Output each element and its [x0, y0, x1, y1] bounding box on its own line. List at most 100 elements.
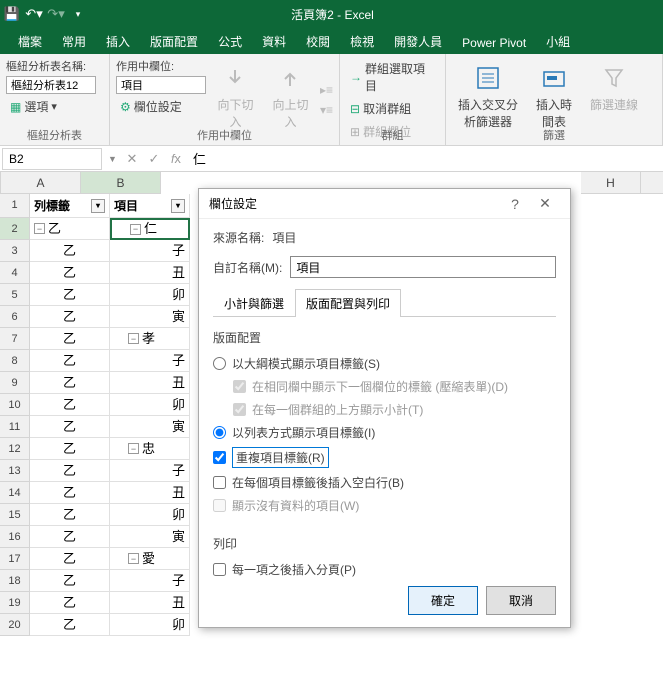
collapse-icon[interactable]: − — [34, 223, 45, 234]
cell[interactable]: 寅 — [110, 306, 190, 328]
cell[interactable]: 乙 — [30, 526, 110, 548]
cell[interactable]: 乙 — [30, 504, 110, 526]
active-field-input[interactable] — [116, 76, 206, 94]
tab-file[interactable]: 檔案 — [8, 29, 52, 54]
row-head[interactable]: 14 — [0, 482, 30, 504]
col-head-i[interactable]: I — [641, 172, 663, 194]
field-settings-button[interactable]: ⚙欄位設定 — [116, 96, 206, 117]
cell[interactable]: 乙 — [30, 394, 110, 416]
ok-button[interactable]: 確定 — [408, 586, 478, 615]
cell[interactable]: 乙 — [30, 614, 110, 636]
cell[interactable]: 子 — [110, 350, 190, 372]
tab-layout[interactable]: 版面配置 — [140, 29, 208, 54]
cell[interactable]: 乙 — [30, 306, 110, 328]
cell[interactable]: 乙 — [30, 416, 110, 438]
cell[interactable]: 丑 — [110, 482, 190, 504]
pivot-name-input[interactable] — [6, 76, 96, 94]
qat-more-icon[interactable]: ▾ — [70, 6, 86, 22]
undo-icon[interactable]: ↶▾ — [26, 6, 42, 22]
opt-blank-row[interactable]: 在每個項目標籤後插入空白行(B) — [213, 471, 556, 494]
cell[interactable]: 卯 — [110, 614, 190, 636]
cell[interactable]: 丑 — [110, 372, 190, 394]
cell[interactable]: 乙 — [30, 438, 110, 460]
tab-developer[interactable]: 開發人員 — [384, 29, 452, 54]
filter-icon[interactable]: ▾ — [171, 199, 185, 213]
collapse-icon[interactable]: − — [130, 224, 141, 235]
save-icon[interactable]: 💾 — [4, 6, 20, 22]
cell-header-b[interactable]: 項目▾ — [110, 194, 190, 218]
pivot-options-button[interactable]: ▦選項 ▾ — [6, 96, 96, 117]
opt-pagebreak[interactable]: 每一項之後插入分頁(P) — [213, 558, 556, 581]
redo-icon[interactable]: ↷▾ — [48, 6, 64, 22]
cell[interactable]: 乙 — [30, 482, 110, 504]
row-head[interactable]: 18 — [0, 570, 30, 592]
cell[interactable]: 乙 — [30, 240, 110, 262]
row-head[interactable]: 9 — [0, 372, 30, 394]
cell[interactable]: 丑 — [110, 592, 190, 614]
cell[interactable]: −忠 — [110, 438, 190, 460]
name-box[interactable]: B2 — [2, 148, 102, 170]
cell[interactable]: −乙 — [30, 218, 110, 240]
fx-icon[interactable]: fx — [165, 151, 187, 166]
row-head[interactable]: 10 — [0, 394, 30, 416]
cell[interactable]: 乙 — [30, 460, 110, 482]
formula-input[interactable]: 仁 — [187, 146, 663, 171]
cell[interactable]: 乙 — [30, 570, 110, 592]
cell[interactable]: 乙 — [30, 328, 110, 350]
row-head[interactable]: 17 — [0, 548, 30, 570]
tab-view[interactable]: 檢視 — [340, 29, 384, 54]
cell[interactable]: 寅 — [110, 526, 190, 548]
cell[interactable]: 卯 — [110, 504, 190, 526]
dialog-tab-subtotals[interactable]: 小計與篩選 — [213, 289, 295, 317]
row-head[interactable]: 12 — [0, 438, 30, 460]
dialog-help-button[interactable]: ? — [500, 196, 530, 212]
opt-tabular-mode[interactable]: 以列表方式顯示項目標籤(I) — [213, 421, 556, 444]
cell[interactable]: −孝 — [110, 328, 190, 350]
cell[interactable]: 乙 — [30, 548, 110, 570]
cell[interactable]: 卯 — [110, 394, 190, 416]
cell[interactable]: 乙 — [30, 350, 110, 372]
row-head[interactable]: 15 — [0, 504, 30, 526]
row-head[interactable]: 3 — [0, 240, 30, 262]
col-head-a[interactable]: A — [1, 172, 81, 194]
dialog-close-button[interactable]: ✕ — [530, 195, 560, 212]
cell[interactable]: 乙 — [30, 262, 110, 284]
opt-outline-mode[interactable]: 以大綱模式顯示項目標籤(S) — [213, 352, 556, 375]
filter-icon[interactable]: ▾ — [91, 199, 105, 213]
row-head[interactable]: 6 — [0, 306, 30, 328]
cell[interactable]: 丑 — [110, 262, 190, 284]
accept-formula-icon[interactable]: ✓ — [143, 151, 165, 167]
row-head[interactable]: 13 — [0, 460, 30, 482]
custom-name-input[interactable] — [290, 256, 556, 278]
row-head[interactable]: 5 — [0, 284, 30, 306]
collapse-icon[interactable]: − — [128, 333, 139, 344]
tab-powerpivot[interactable]: Power Pivot — [452, 32, 536, 54]
cell[interactable]: −愛 — [110, 548, 190, 570]
cell[interactable]: 子 — [110, 570, 190, 592]
dialog-tab-layout[interactable]: 版面配置與列印 — [295, 289, 401, 317]
cell[interactable]: 乙 — [30, 372, 110, 394]
cancel-button[interactable]: 取消 — [486, 586, 556, 615]
tab-home[interactable]: 常用 — [52, 29, 96, 54]
cell[interactable]: 寅 — [110, 416, 190, 438]
tab-data[interactable]: 資料 — [252, 29, 296, 54]
cell[interactable]: 子 — [110, 460, 190, 482]
row-head[interactable]: 8 — [0, 350, 30, 372]
namebox-dropdown-icon[interactable]: ▼ — [104, 154, 121, 164]
collapse-icon[interactable]: − — [128, 553, 139, 564]
cell[interactable]: 乙 — [30, 592, 110, 614]
tab-review[interactable]: 校閱 — [296, 29, 340, 54]
row-head[interactable]: 1 — [0, 194, 30, 218]
group-selection-button[interactable]: →群組選取項目 — [346, 58, 439, 96]
row-head[interactable]: 20 — [0, 614, 30, 636]
row-head[interactable]: 16 — [0, 526, 30, 548]
row-head[interactable]: 19 — [0, 592, 30, 614]
row-head[interactable]: 11 — [0, 416, 30, 438]
row-head[interactable]: 4 — [0, 262, 30, 284]
ungroup-button[interactable]: ⊟取消群組 — [346, 98, 439, 119]
cell[interactable]: 乙 — [30, 284, 110, 306]
row-head[interactable]: 7 — [0, 328, 30, 350]
tab-formulas[interactable]: 公式 — [208, 29, 252, 54]
col-head-h[interactable]: H — [581, 172, 641, 194]
tab-team[interactable]: 小組 — [536, 29, 580, 54]
